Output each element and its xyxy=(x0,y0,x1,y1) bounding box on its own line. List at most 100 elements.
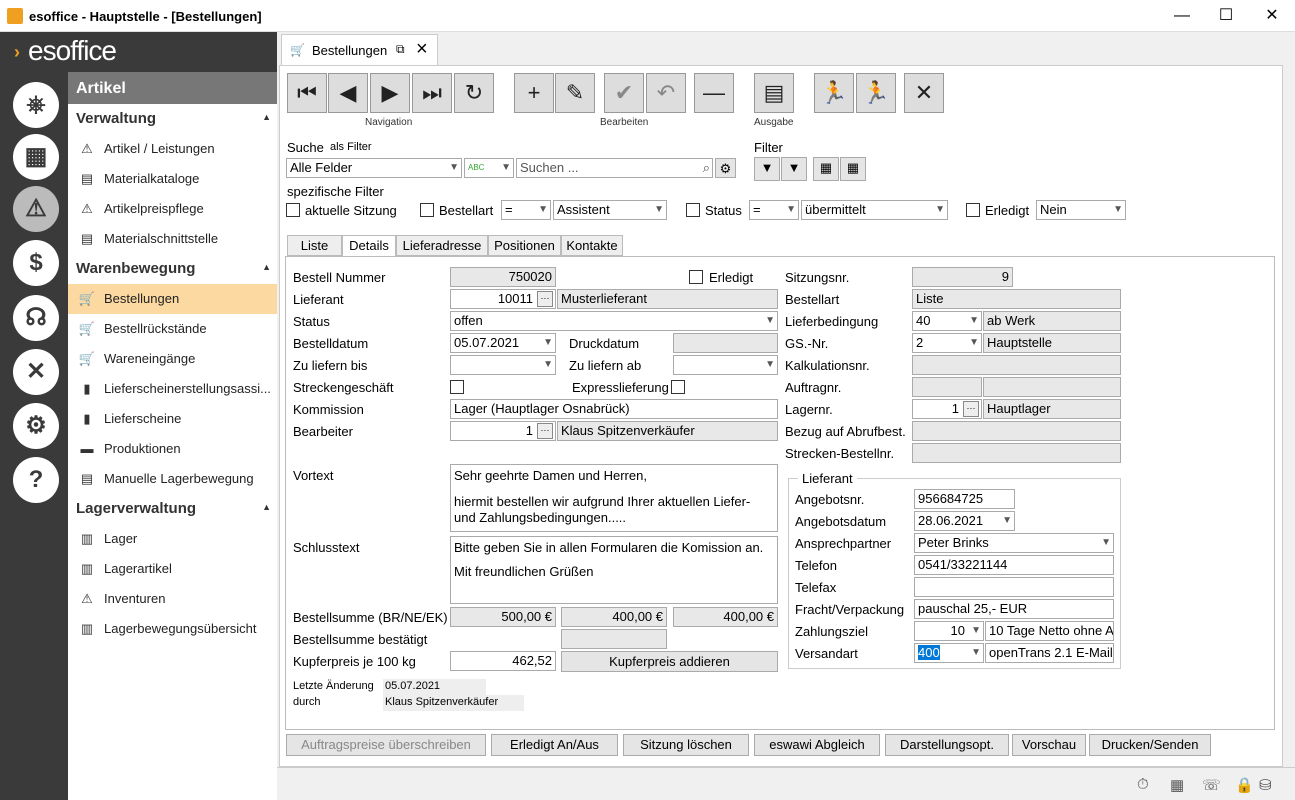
bestellart-checkbox[interactable] xyxy=(420,203,434,217)
angebot-field[interactable]: 956684725 xyxy=(914,489,1015,509)
search-field-select[interactable]: Alle Felder ▼ xyxy=(286,158,462,178)
sidebar-item[interactable]: ▤ Manuelle Lagerbewegung xyxy=(68,464,277,494)
sidebar-item[interactable]: ▤ Materialkataloge xyxy=(68,164,277,194)
schlusstext-field[interactable]: Bitte geben Sie in allen Formularen die … xyxy=(450,536,778,604)
undo-button[interactable]: ↶ xyxy=(646,73,686,113)
bestellnr-field[interactable]: 750020 xyxy=(450,267,556,287)
phone-icon[interactable]: ☏ xyxy=(1202,776,1221,794)
erledigt-toggle-button[interactable]: Erledigt An/Aus xyxy=(491,734,618,756)
gears-icon[interactable]: ⚙ xyxy=(13,403,59,449)
sidebar-item[interactable]: ▥ Lagerartikel xyxy=(68,554,277,584)
sidebar-item[interactable]: ⚠ Artikelpreispflege xyxy=(68,194,277,224)
aktuelle-sitzung-checkbox[interactable] xyxy=(286,203,300,217)
tab-positionen[interactable]: Positionen xyxy=(488,235,561,256)
tab-bestellungen[interactable]: 🛒 Bestellungen ⧉ × xyxy=(281,34,438,65)
bearbeiter-lookup-button[interactable]: ··· xyxy=(537,423,553,439)
filter-edit-icon[interactable]: ▼ xyxy=(781,157,807,181)
first-record-button[interactable]: ⏮ xyxy=(287,73,327,113)
money-icon[interactable]: $ xyxy=(13,240,59,286)
telefon-field[interactable]: 0541/33221144 xyxy=(914,555,1114,575)
filter-icon[interactable]: ▼ xyxy=(754,157,780,181)
lieferant-lookup-button[interactable]: ··· xyxy=(537,291,553,307)
headset-icon[interactable]: ☊ xyxy=(13,295,59,341)
status-value-select[interactable]: übermittelt ▼ xyxy=(801,200,948,220)
zahlung-select[interactable]: 10 ▼ xyxy=(914,621,984,641)
next-record-button[interactable]: ▶ xyxy=(370,73,410,113)
edit-button[interactable]: ✎ xyxy=(555,73,595,113)
erledigt-value-select[interactable]: Nein ▼ xyxy=(1036,200,1126,220)
lager-lookup-button[interactable]: ··· xyxy=(963,401,979,417)
cancel-button[interactable]: ✕ xyxy=(904,73,944,113)
delete-button[interactable]: — xyxy=(694,73,734,113)
strecken-checkbox[interactable] xyxy=(450,380,464,394)
search-settings-button[interactable]: ⚙ xyxy=(715,158,736,178)
drucken-senden-button[interactable]: Drucken/Senden xyxy=(1089,734,1211,756)
minimize-button[interactable]: — xyxy=(1159,0,1205,32)
zuliefernab-field[interactable]: ▼ xyxy=(673,355,778,375)
kupfer-addieren-button[interactable]: Kupferpreis addieren xyxy=(561,651,778,672)
section-verwaltung[interactable]: Verwaltung ▲ xyxy=(68,104,277,134)
run-fast-button[interactable]: 🏃 xyxy=(856,73,896,113)
popout-icon[interactable]: ⧉ xyxy=(396,42,405,57)
filter-grid-icon[interactable]: ▦ xyxy=(813,157,839,181)
ansprech-select[interactable]: Peter Brinks ▼ xyxy=(914,533,1114,553)
zuliefernbis-field[interactable]: ▼ xyxy=(450,355,556,375)
bestellart-value-select[interactable]: Assistent ▼ xyxy=(553,200,667,220)
sidebar-item[interactable]: ▥ Lager xyxy=(68,524,277,554)
output-button[interactable]: ▤ xyxy=(754,73,794,113)
sidebar-item[interactable]: ⚠ Artikel / Leistungen xyxy=(68,134,277,164)
sidebar-item[interactable]: ▥ Lagerbewegungsübersicht xyxy=(68,614,277,644)
section-lagerverwaltung[interactable]: Lagerverwaltung ▲ xyxy=(68,494,277,524)
save-button[interactable]: ✔ xyxy=(604,73,644,113)
tab-details[interactable]: Details xyxy=(342,235,396,257)
fracht-field[interactable]: pauschal 25,- EUR xyxy=(914,599,1114,619)
darstellung-button[interactable]: Darstellungsopt. xyxy=(885,734,1009,756)
database-icon[interactable]: ⛁ xyxy=(1259,776,1272,794)
sidebar-item-bestellungen[interactable]: 🛒 Bestellungen xyxy=(68,284,277,314)
close-tab-icon[interactable]: × xyxy=(416,38,428,61)
run-icon-button[interactable]: 🏃 xyxy=(814,73,854,113)
kupfer-field[interactable]: 462,52 xyxy=(450,651,556,671)
erledigt-checkbox[interactable] xyxy=(966,203,980,217)
tab-lieferadresse[interactable]: Lieferadresse xyxy=(396,235,488,256)
telefax-field[interactable] xyxy=(914,577,1114,597)
refresh-button[interactable]: ↻ xyxy=(454,73,494,113)
sitzung-loeschen-button[interactable]: Sitzung löschen xyxy=(623,734,749,756)
wheel-icon[interactable]: ⎈ xyxy=(13,82,59,128)
auftragspreise-button[interactable]: Auftragspreise überschreiben xyxy=(286,734,486,756)
timer-icon[interactable]: ⏱ xyxy=(1137,776,1149,793)
tab-liste[interactable]: Liste xyxy=(287,235,342,256)
sidebar-item[interactable]: ⚠ Inventuren xyxy=(68,584,277,614)
angebotsdat-field[interactable]: 28.06.2021 ▼ xyxy=(914,511,1015,531)
status-select[interactable]: offen ▼ xyxy=(450,311,778,331)
erledigt-checkbox-form[interactable] xyxy=(689,270,703,284)
add-button[interactable]: + xyxy=(514,73,554,113)
sidebar-item[interactable]: ▤ Materialschnittstelle xyxy=(68,224,277,254)
bestellart-operator-select[interactable]: = ▼ xyxy=(501,200,551,220)
status-checkbox[interactable] xyxy=(686,203,700,217)
alarm-icon[interactable]: ⚠ xyxy=(13,186,59,232)
kommission-field[interactable]: Lager (Hauptlager Osnabrück) xyxy=(450,399,778,419)
search-mode-select[interactable]: ABC ▼ xyxy=(464,158,514,178)
tab-kontakte[interactable]: Kontakte xyxy=(561,235,623,256)
collapse-icon[interactable]: ▲ xyxy=(262,502,271,512)
eswawi-abgleich-button[interactable]: eswawi Abgleich xyxy=(754,734,880,756)
collapse-icon[interactable]: ▲ xyxy=(262,262,271,272)
sidebar-item[interactable]: ▮ Lieferscheinerstellungsassi... xyxy=(68,374,277,404)
section-warenbewegung[interactable]: Warenbewegung ▲ xyxy=(68,254,277,284)
prev-record-button[interactable]: ◀ xyxy=(328,73,368,113)
building-icon[interactable]: ▦ xyxy=(1170,776,1184,794)
lieferbed-select[interactable]: 40 ▼ xyxy=(912,311,982,331)
vorschau-button[interactable]: Vorschau xyxy=(1012,734,1086,756)
calculator-icon[interactable]: ▦ xyxy=(13,134,59,180)
vortext-field[interactable]: Sehr geehrte Damen und Herren, hiermit b… xyxy=(450,464,778,532)
help-icon[interactable]: ? xyxy=(13,457,59,503)
bestelldatum-field[interactable]: 05.07.2021 ▼ xyxy=(450,333,556,353)
search-input[interactable]: Suchen ... ⌕ xyxy=(516,158,713,178)
collapse-icon[interactable]: ▲ xyxy=(262,112,271,122)
sidebar-item[interactable]: 🛒 Wareneingänge xyxy=(68,344,277,374)
versand-select[interactable]: 400 ▼ xyxy=(914,643,984,663)
tools-icon[interactable]: ✕ xyxy=(13,349,59,395)
express-checkbox[interactable] xyxy=(671,380,685,394)
search-icon[interactable]: ⌕ xyxy=(703,159,710,177)
